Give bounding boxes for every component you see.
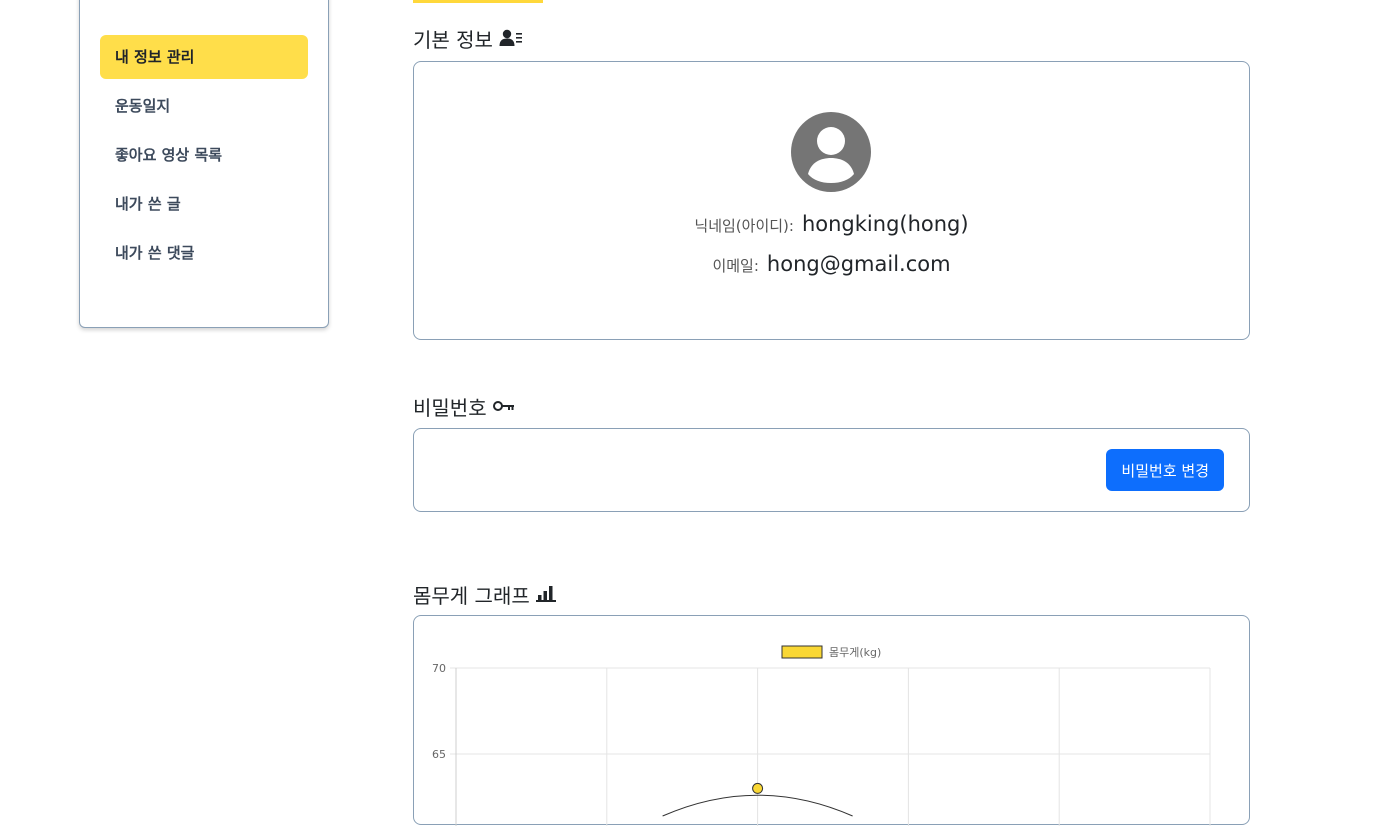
nickname-row: 닉네임(아이디): hongking(hong) <box>414 212 1249 236</box>
user-list-icon <box>499 28 523 48</box>
change-password-button[interactable]: 비밀번호 변경 <box>1106 449 1224 491</box>
weight-chart-card: 70 65 몸무게(kg) <box>413 615 1250 826</box>
email-value: hong@gmail.com <box>766 252 951 276</box>
nickname-label: 닉네임(아이디): <box>694 217 794 235</box>
y-tick-label: 65 <box>432 748 446 761</box>
bar-chart-icon <box>535 585 556 603</box>
sidebar-item-my-info[interactable]: 내 정보 관리 <box>100 35 308 79</box>
sidebar-item-workout-log[interactable]: 운동일지 <box>100 84 308 128</box>
legend-swatch <box>781 645 823 659</box>
password-title: 비밀번호 <box>413 395 487 420</box>
password-heading: 비밀번호 <box>413 392 515 420</box>
basic-info-card: 닉네임(아이디): hongking(hong) 이메일: hong@gmail… <box>413 61 1250 340</box>
weight-graph-title: 몸무게 그래프 <box>413 583 530 608</box>
nickname-value: hongking(hong) <box>801 212 969 236</box>
avatar-icon <box>791 112 871 192</box>
basic-info-heading: 기본 정보 <box>413 24 523 52</box>
y-tick-label: 70 <box>432 662 446 675</box>
weight-chart: 70 65 몸무게(kg) <box>432 645 1211 826</box>
weight-graph-heading: 몸무게 그래프 <box>413 580 556 608</box>
password-card: 비밀번호 변경 <box>413 428 1250 512</box>
data-point <box>752 782 764 794</box>
legend-label: 몸무게(kg) <box>829 646 881 659</box>
basic-info-title: 기본 정보 <box>413 27 493 52</box>
key-icon <box>492 399 515 413</box>
sidebar-item-my-comments[interactable]: 내가 쓴 댓글 <box>100 231 308 275</box>
sidebar-item-my-posts[interactable]: 내가 쓴 글 <box>100 182 308 226</box>
top-accent-bar <box>413 0 543 3</box>
sidebar-item-liked-videos[interactable]: 좋아요 영상 목록 <box>100 133 308 177</box>
email-label: 이메일: <box>712 257 759 275</box>
sidebar: 내 정보 관리 운동일지 좋아요 영상 목록 내가 쓴 글 내가 쓴 댓글 <box>79 0 329 328</box>
email-row: 이메일: hong@gmail.com <box>414 252 1249 276</box>
